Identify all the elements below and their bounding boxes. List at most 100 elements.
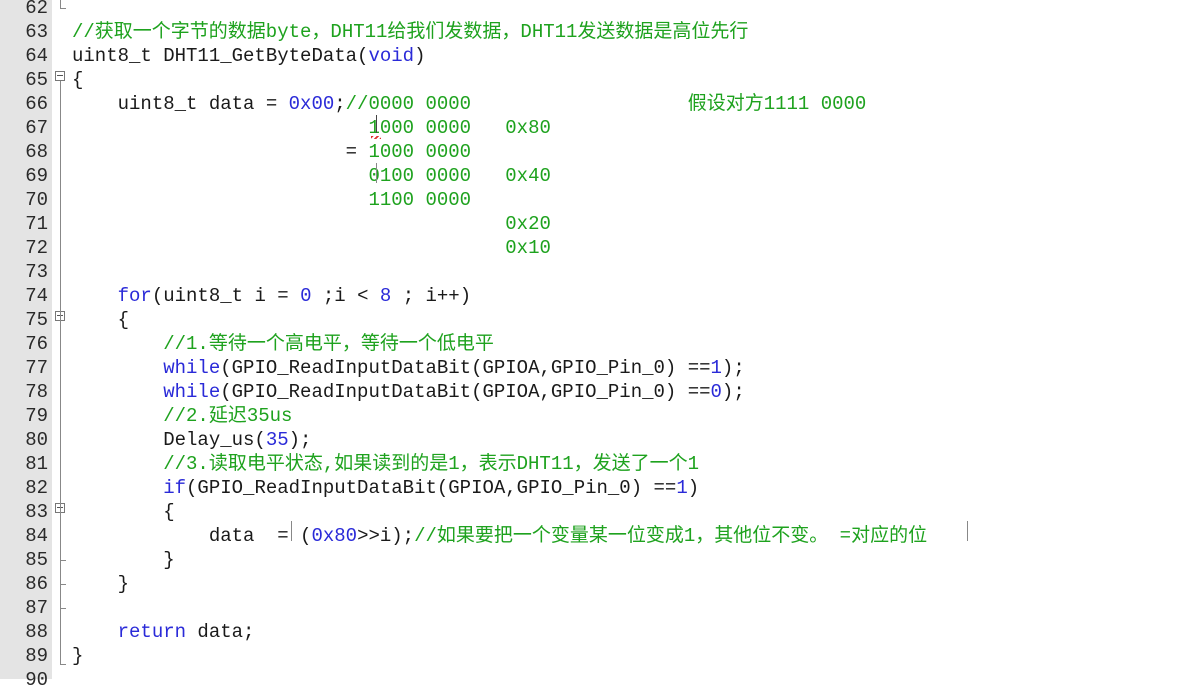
code-comment: 1000 0000	[368, 141, 472, 163]
code-line[interactable]: 73	[0, 260, 1194, 284]
fold-end-tick	[60, 608, 66, 609]
code-line[interactable]: 72 0x10	[0, 236, 1194, 260]
code-line[interactable]: 87	[0, 596, 1194, 620]
spellcheck-squiggle	[371, 136, 381, 139]
code-line[interactable]: 64 uint8_t DHT11_GetByteData(void)	[0, 44, 1194, 68]
code-line[interactable]: 89}	[0, 644, 1194, 668]
code-text[interactable]: //3.读取电平状态,如果读到的是1，表示DHT11，发送了一个1	[72, 452, 699, 476]
code-text[interactable]: 0x10	[72, 236, 551, 260]
code-comment: //3.读取电平状态,如果读到的是1，表示DHT11，发送了一个1	[163, 453, 700, 475]
code-line[interactable]: 80 Delay_us(35);	[0, 428, 1194, 452]
code-text[interactable]: while(GPIO_ReadInputDataBit(GPIOA,GPIO_P…	[72, 356, 745, 380]
fold-line	[60, 0, 61, 8]
code-line[interactable]: 68 = 1000 0000	[0, 140, 1194, 164]
code-line[interactable]: 74 for(uint8_t i = 0 ;i < 8 ; i++)	[0, 284, 1194, 308]
code-comment: 0x10	[505, 237, 551, 259]
code-line[interactable]: 70 1100 0000	[0, 188, 1194, 212]
line-number: 73	[25, 261, 48, 283]
fold-end-tick	[60, 560, 66, 561]
code-line[interactable]: 86 }	[0, 572, 1194, 596]
code-text[interactable]: 0x20	[72, 212, 551, 236]
line-number: 75	[25, 309, 48, 331]
code-line[interactable]: 66 uint8_t data = 0x00;//0000 0000 假设对方1…	[0, 92, 1194, 116]
code-token: );	[721, 381, 745, 403]
code-token: (uint8_t i =	[151, 285, 301, 307]
code-comment: //1.等待一个高电平，等待一个低电平	[163, 333, 494, 355]
code-line[interactable]: 90	[0, 668, 1194, 692]
code-token: )	[414, 45, 426, 67]
code-text[interactable]: Delay_us(35);	[72, 428, 311, 452]
code-text[interactable]: //1.等待一个高电平，等待一个低电平	[72, 332, 494, 356]
code-text[interactable]: for(uint8_t i = 0 ;i < 8 ; i++)	[72, 284, 472, 308]
code-token: }	[72, 645, 84, 667]
line-number: 78	[25, 381, 48, 403]
code-line[interactable]: 76 //1.等待一个高电平，等待一个低电平	[0, 332, 1194, 356]
code-text[interactable]: uint8_t data = 0x00;//0000 0000 假设对方1111…	[72, 92, 867, 116]
code-line[interactable]: 71 0x20	[0, 212, 1194, 236]
code-comment: 1100 0000	[368, 189, 472, 211]
code-line[interactable]: 69 0100 0000 0x40	[0, 164, 1194, 188]
code-line[interactable]: 78 while(GPIO_ReadInputDataBit(GPIOA,GPI…	[0, 380, 1194, 404]
code-token: uint8_t DHT11_GetByteData(	[72, 45, 369, 67]
code-line[interactable]: 77 while(GPIO_ReadInputDataBit(GPIOA,GPI…	[0, 356, 1194, 380]
code-token: Delay_us(	[72, 429, 266, 451]
code-comment: 假设对方1111 0000	[687, 93, 867, 115]
code-text[interactable]: {	[72, 500, 175, 524]
code-line[interactable]: 81 //3.读取电平状态,如果读到的是1，表示DHT11，发送了一个1	[0, 452, 1194, 476]
code-line[interactable]: 83 {	[0, 500, 1194, 524]
code-comment: //0000 0000	[345, 93, 472, 115]
code-text[interactable]: //获取一个字节的数据byte，DHT11给我们发数据，DHT11发送数据是高位…	[72, 20, 748, 44]
code-text[interactable]: //2.延迟35us	[72, 404, 292, 428]
code-line[interactable]: 84 data = (0x80>>i);//如果要把一个变量某一位变成1，其他位…	[0, 524, 1194, 548]
code-keyword: void	[368, 45, 415, 67]
code-text[interactable]: = 1000 0000	[72, 140, 471, 164]
code-line[interactable]: 82 if(GPIO_ReadInputDataBit(GPIOA,GPIO_P…	[0, 476, 1194, 500]
code-line[interactable]: 79 //2.延迟35us	[0, 404, 1194, 428]
code-text[interactable]: 1000 0000 0x80	[72, 116, 550, 140]
code-text[interactable]: if(GPIO_ReadInputDataBit(GPIOA,GPIO_Pin_…	[72, 476, 699, 500]
code-comment: //获取一个字节的数据byte，DHT11给我们发数据，DHT11发送数据是高位…	[72, 21, 749, 43]
line-number: 85	[25, 549, 48, 571]
code-line[interactable]: 85 }	[0, 548, 1194, 572]
code-keyword: 0	[710, 381, 722, 403]
code-text[interactable]: }	[72, 644, 83, 668]
fold-toggle-icon[interactable]	[55, 71, 65, 81]
code-token: ;	[334, 93, 346, 115]
code-line[interactable]: 63 //获取一个字节的数据byte，DHT11给我们发数据，DHT11发送数据是…	[0, 20, 1194, 44]
code-token: {	[72, 309, 130, 331]
code-text[interactable]: }	[72, 548, 174, 572]
code-keyword: while	[163, 357, 221, 379]
line-number: 66	[25, 93, 48, 115]
code-text[interactable]: uint8_t DHT11_GetByteData(void)	[72, 44, 425, 68]
code-line[interactable]: 75 {	[0, 308, 1194, 332]
code-text[interactable]: 1100 0000	[72, 188, 471, 212]
code-token: {	[72, 501, 175, 523]
code-line[interactable]: 88 return data;	[0, 620, 1194, 644]
code-token: (GPIO_ReadInputDataBit(GPIOA,GPIO_Pin_0)…	[220, 381, 711, 403]
code-line[interactable]: 62	[0, 0, 1194, 20]
code-text[interactable]: data = (0x80>>i);//如果要把一个变量某一位变成1，其他位不变。…	[72, 524, 927, 548]
code-text[interactable]: }	[72, 572, 129, 596]
code-text[interactable]: return data;	[72, 620, 255, 644]
code-text[interactable]: while(GPIO_ReadInputDataBit(GPIOA,GPIO_P…	[72, 380, 745, 404]
line-number: 62	[25, 0, 48, 19]
code-keyword: for	[117, 285, 152, 307]
code-line[interactable]: 67 1000 0000 0x80	[0, 116, 1194, 140]
code-token: ;i <	[311, 285, 380, 307]
code-text[interactable]: {	[72, 68, 83, 92]
code-text[interactable]: {	[72, 308, 129, 332]
code-token: >>i);	[357, 525, 415, 547]
line-number: 87	[25, 597, 48, 619]
code-line[interactable]: 65 {	[0, 68, 1194, 92]
fold-end-tick	[60, 664, 66, 665]
line-number: 63	[25, 21, 48, 43]
code-text[interactable]: 0100 0000 0x40	[72, 164, 550, 188]
code-token: ; i++)	[391, 285, 472, 307]
text-caret	[967, 521, 968, 541]
